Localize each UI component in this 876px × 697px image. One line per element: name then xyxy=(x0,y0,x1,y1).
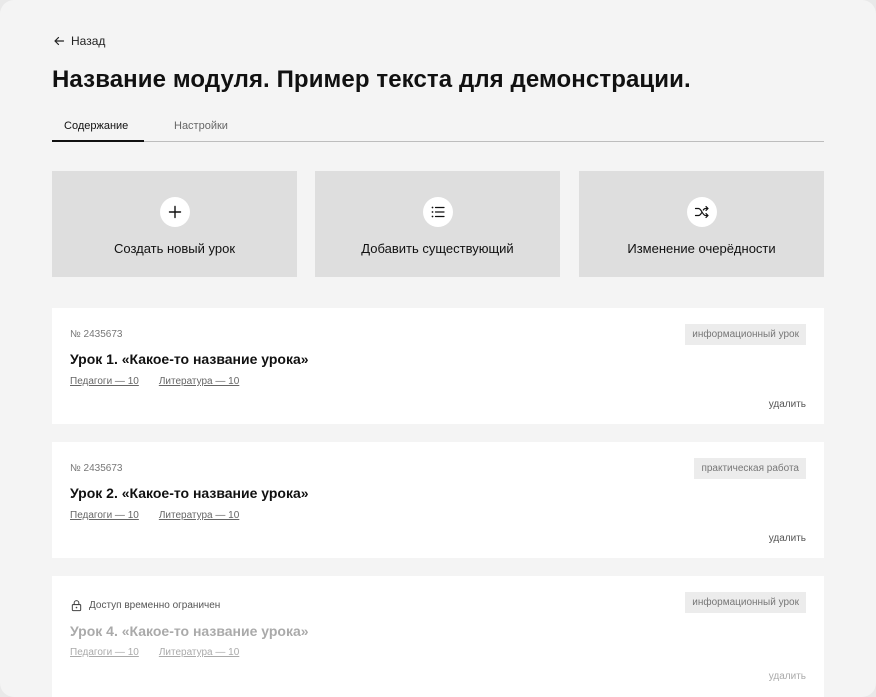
lesson-type-badge: информационный урок xyxy=(685,324,806,345)
lesson-type-badge: практическая работа xyxy=(694,458,806,479)
back-link[interactable]: Назад xyxy=(53,34,105,48)
tab-content[interactable]: Содержание xyxy=(64,120,128,132)
add-existing-icon-circle xyxy=(422,197,453,227)
create-lesson-icon-circle xyxy=(159,197,190,227)
lesson-title: Урок 4. «Какое-то название урока» xyxy=(70,623,309,639)
back-label: Назад xyxy=(71,34,106,48)
add-existing-label: Добавить существующий xyxy=(361,241,514,256)
arrow-left-icon xyxy=(54,36,65,46)
lesson-card[interactable]: № 2435673 Урок 1. «Какое-то название уро… xyxy=(52,308,824,424)
teachers-link[interactable]: Педагоги — 10 xyxy=(70,376,139,387)
shuffle-icon xyxy=(694,205,709,219)
lock-icon xyxy=(71,600,82,612)
lesson-card-locked[interactable]: Доступ временно ограничен Урок 4. «Какое… xyxy=(52,576,824,697)
reorder-label: Изменение очерёдности xyxy=(627,241,776,256)
add-existing-button[interactable]: Добавить существующий xyxy=(315,171,560,277)
lesson-number: № 2435673 xyxy=(70,329,123,340)
delete-lesson-button: удалить xyxy=(768,671,806,682)
lesson-type-badge: информационный урок xyxy=(685,592,806,613)
tab-bar: Содержание Настройки xyxy=(52,114,824,142)
lesson-links: Педагоги — 10 Литература — 10 xyxy=(70,647,239,658)
tab-settings[interactable]: Настройки xyxy=(174,120,228,132)
lesson-title[interactable]: Урок 1. «Какое-то название урока» xyxy=(70,351,309,367)
literature-link[interactable]: Литература — 10 xyxy=(159,510,239,521)
lesson-links: Педагоги — 10 Литература — 10 xyxy=(70,376,239,387)
access-restricted-notice: Доступ временно ограничен xyxy=(70,599,220,612)
lesson-title[interactable]: Урок 2. «Какое-то название урока» xyxy=(70,485,309,501)
lesson-links: Педагоги — 10 Литература — 10 xyxy=(70,510,239,521)
create-lesson-button[interactable]: Создать новый урок xyxy=(52,171,297,277)
reorder-icon-circle xyxy=(686,197,717,227)
access-restricted-label: Доступ временно ограничен xyxy=(89,600,221,611)
create-lesson-label: Создать новый урок xyxy=(113,241,236,256)
plus-icon xyxy=(168,205,181,219)
teachers-link: Педагоги — 10 xyxy=(70,647,139,658)
lesson-card[interactable]: № 2435673 Урок 2. «Какое-то название уро… xyxy=(52,442,824,558)
app-window: Назад Название модуля. Пример текста для… xyxy=(0,0,876,697)
teachers-link[interactable]: Педагоги — 10 xyxy=(70,510,139,521)
lesson-number: № 2435673 xyxy=(70,463,123,474)
page-title: Название модуля. Пример текста для демон… xyxy=(52,66,691,93)
list-icon xyxy=(431,206,445,218)
delete-lesson-button[interactable]: удалить xyxy=(769,533,806,544)
active-tab-indicator xyxy=(52,140,144,142)
literature-link: Литература — 10 xyxy=(158,647,240,658)
literature-link[interactable]: Литература — 10 xyxy=(159,376,239,387)
delete-lesson-button[interactable]: удалить xyxy=(769,399,806,410)
reorder-button[interactable]: Изменение очерёдности xyxy=(579,171,824,277)
